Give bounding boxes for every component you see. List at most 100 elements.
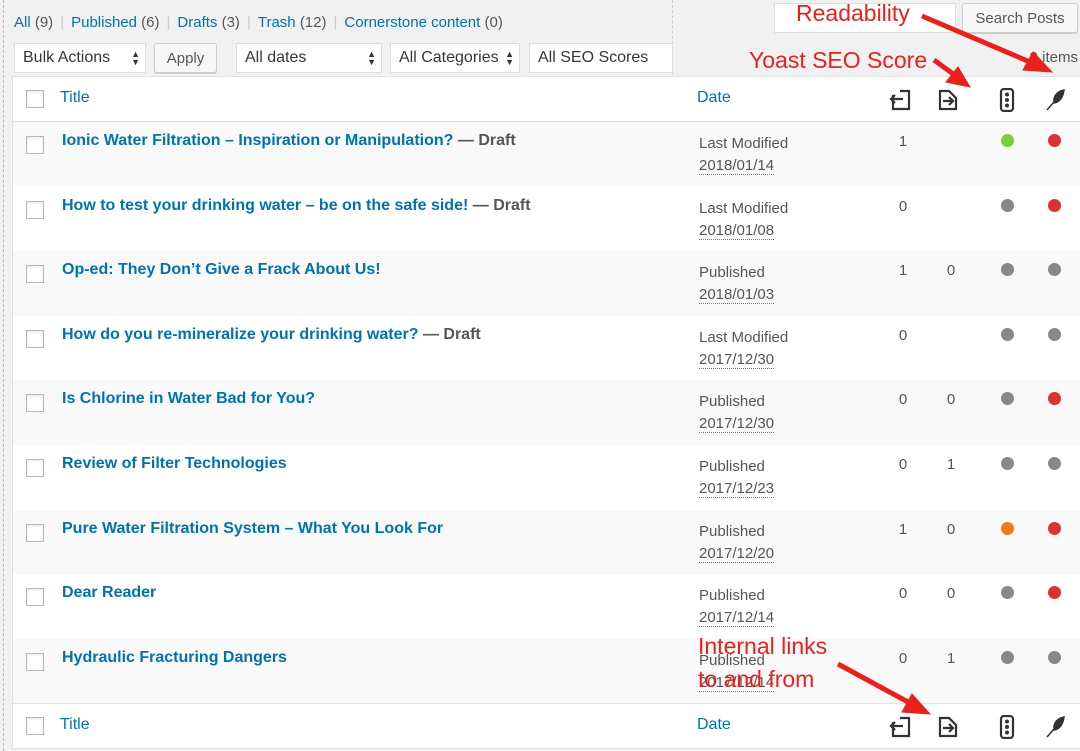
- date-label: Last Modified: [699, 135, 789, 152]
- seo-score-dot: [1001, 134, 1014, 147]
- date-value: 2018/01/03: [699, 286, 775, 305]
- post-title-link[interactable]: How to test your drinking water – be on …: [62, 197, 468, 214]
- links-to-count: 0: [898, 391, 908, 409]
- post-title-link[interactable]: How do you re-mineralize your drinking w…: [62, 326, 419, 343]
- table-row: Op-ed: They Don’t Give a Frack About Us!…: [13, 251, 1080, 316]
- seo-traffic-light-icon: [999, 715, 1015, 740]
- seo-score-dot: [1001, 521, 1014, 535]
- date-cell: Last Modified 2018/01/14: [699, 133, 788, 177]
- row-checkbox[interactable]: [26, 523, 44, 542]
- links-to-count: 0: [898, 197, 908, 215]
- post-title-cell: Op-ed: They Don’t Give a Frack About Us!: [62, 261, 381, 279]
- post-title-link[interactable]: Review of Filter Technologies: [62, 455, 287, 472]
- seo-scores-filter-value: All SEO Scores: [538, 49, 649, 66]
- readability-score-dot: [1048, 392, 1061, 406]
- status-link-drafts[interactable]: Drafts: [177, 14, 217, 31]
- table-row: How do you re-mineralize your drinking w…: [13, 316, 1080, 381]
- date-value: 2017/12/30: [699, 415, 775, 434]
- date-value: 2018/01/08: [699, 221, 775, 240]
- links-from-count: 0: [946, 391, 956, 409]
- post-title-cell: Pure Water Filtration System – What You …: [62, 520, 443, 538]
- row-checkbox[interactable]: [26, 394, 44, 413]
- post-status-filters: All (9) | Published (6) | Drafts (3) | Trash (…: [14, 14, 503, 31]
- links-from-count: 0: [946, 520, 956, 538]
- apply-button[interactable]: Apply: [154, 43, 217, 73]
- row-checkbox[interactable]: [26, 329, 44, 348]
- row-checkbox[interactable]: [26, 458, 44, 477]
- seo-scores-filter-select[interactable]: All SEO Scores: [529, 43, 673, 73]
- post-title-cell: Ionic Water Filtration – Inspiration or …: [62, 132, 516, 150]
- categories-filter-select[interactable]: All Categories ▲ ▼: [390, 43, 520, 73]
- post-title-link[interactable]: Hydraulic Fracturing Dangers: [62, 649, 287, 666]
- date-cell: Last Modified 2018/01/08: [699, 198, 788, 242]
- post-title-link[interactable]: Dear Reader: [62, 584, 156, 601]
- seo-score-dot: [1001, 327, 1014, 341]
- readability-score-dot: [1048, 521, 1061, 535]
- links-from-count: 1: [946, 455, 956, 473]
- links-to-count: 1: [898, 520, 908, 538]
- title-column-footer[interactable]: Title: [60, 716, 90, 734]
- date-cell: Published 2017/12/14: [699, 585, 775, 629]
- status-separator: |: [60, 14, 65, 31]
- row-checkbox[interactable]: [26, 265, 44, 284]
- date-label: Published: [699, 522, 765, 540]
- post-title-cell: How to test your drinking water – be on …: [62, 197, 531, 215]
- status-count: (3): [221, 14, 240, 31]
- links-from-count: 1: [946, 649, 956, 667]
- seo-arrow: [932, 57, 958, 79]
- seo-score-dot: [1001, 198, 1014, 212]
- post-title-cell: Hydraulic Fracturing Dangers: [62, 649, 287, 667]
- item-count: 9 items: [1029, 49, 1078, 66]
- post-title-link[interactable]: Op-ed: They Don’t Give a Frack About Us!: [62, 261, 381, 278]
- post-title-link[interactable]: Pure Water Filtration System – What You …: [62, 520, 443, 537]
- date-column-header[interactable]: Date: [697, 89, 731, 107]
- status-separator: |: [333, 14, 338, 31]
- date-column-footer[interactable]: Date: [697, 716, 731, 734]
- readability-feather-icon: [1046, 89, 1065, 111]
- dates-filter-select[interactable]: All dates ▲ ▼: [236, 43, 382, 73]
- select-all-checkbox[interactable]: [26, 90, 44, 108]
- status-link-published[interactable]: Published: [71, 14, 137, 31]
- search-posts-button[interactable]: Search Posts: [962, 3, 1078, 33]
- links-to-count: 0: [898, 455, 908, 473]
- post-title-cell: Review of Filter Technologies: [62, 455, 287, 473]
- row-checkbox[interactable]: [26, 200, 44, 219]
- date-cell: Published 2018/01/03: [699, 262, 775, 306]
- post-title-cell: How do you re-mineralize your drinking w…: [62, 326, 481, 344]
- table-row: Review of Filter Technologies Published 20…: [13, 445, 1080, 510]
- post-title-link[interactable]: Ionic Water Filtration – Inspiration or …: [62, 132, 453, 149]
- table-row: Is Chlorine in Water Bad for You? Publish…: [13, 380, 1080, 445]
- date-value: 2017/12/14: [699, 609, 775, 628]
- readability-score-dot: [1048, 650, 1061, 664]
- readability-score-dot: [1048, 327, 1061, 341]
- left-guide-line: [3, 0, 4, 751]
- annotation-internal-links-1: Internal links: [698, 633, 828, 659]
- links-from-count: 0: [946, 585, 956, 603]
- row-checkbox[interactable]: [26, 652, 44, 671]
- date-cell: Last Modified 2017/12/30: [699, 327, 788, 371]
- links-to-count: 0: [898, 326, 908, 344]
- links-to-count: 1: [898, 262, 908, 280]
- row-checkbox[interactable]: [26, 136, 44, 154]
- post-title-link[interactable]: Is Chlorine in Water Bad for You?: [62, 390, 315, 407]
- status-link-all[interactable]: All: [14, 14, 31, 31]
- title-column-header[interactable]: Title: [60, 89, 90, 107]
- post-state: — Draft: [418, 325, 481, 343]
- status-link-cornerstone-content[interactable]: Cornerstone content: [344, 14, 480, 31]
- post-state: — Draft: [468, 196, 531, 214]
- table-row: Pure Water Filtration System – What You …: [13, 509, 1080, 575]
- post-state: — Draft: [453, 132, 516, 149]
- categories-filter-value: All Categories: [399, 49, 499, 66]
- readability-feather-icon: [1046, 716, 1065, 738]
- table-row: How to test your drinking water – be on …: [13, 187, 1080, 252]
- seo-score-dot: [1001, 586, 1014, 600]
- table-row: Hydraulic Fracturing Dangers Published 201…: [13, 638, 1080, 704]
- date-value: 2017/12/30: [699, 350, 775, 369]
- status-link-trash[interactable]: Trash: [258, 14, 296, 31]
- select-all-checkbox-footer[interactable]: [26, 717, 44, 736]
- table-row: Dear Reader Published 2017/12/14 0 0: [13, 574, 1080, 639]
- row-checkbox[interactable]: [26, 588, 44, 607]
- date-value: 2018/01/14: [699, 157, 775, 175]
- post-title-cell: Dear Reader: [62, 584, 156, 602]
- bulk-actions-select[interactable]: Bulk Actions ▲ ▼: [14, 43, 146, 73]
